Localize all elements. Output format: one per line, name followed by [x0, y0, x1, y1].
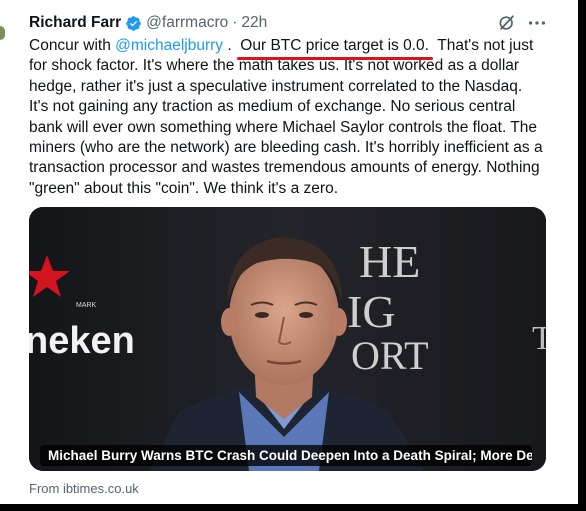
mention-link[interactable]: @michaeljburry: [115, 37, 223, 54]
tweet-text-fragment: .: [223, 37, 241, 54]
tweet-line-1: Concur with @michaeljburry . Our BTC pri…: [29, 36, 574, 61]
grok-icon[interactable]: [497, 13, 517, 33]
tweet-line-8: "green" about this "coin". We think it's…: [29, 179, 339, 197]
link-card-image[interactable]: MARK neken HE IG ORT T Michael Burry War…: [29, 207, 546, 471]
more-options-icon[interactable]: [526, 12, 548, 34]
author-name[interactable]: Richard Farr: [29, 14, 121, 32]
backdrop-logo-small: MARK: [76, 302, 97, 309]
tweet-line-5: bank will ever own something where Micha…: [29, 118, 538, 136]
backdrop-poster-text-3: ORT: [351, 333, 429, 378]
tweet-text: Concur with @michaeljburry . Our BTC pri…: [29, 36, 574, 199]
backdrop-poster-text-2: IG: [347, 286, 396, 337]
tweet-line-6: miners (who are the network) are bleedin…: [29, 138, 543, 156]
link-source[interactable]: From ibtimes.co.uk: [29, 481, 139, 496]
tweet-header: Richard Farr @farrmacro · 22h: [29, 12, 267, 34]
highlighted-text: Our BTC price target is 0.0.: [237, 36, 433, 61]
article-photo: MARK neken HE IG ORT T: [29, 207, 546, 471]
window-frame-right: [578, 0, 586, 511]
tweet-text-fragment: Concur with: [29, 37, 116, 54]
backdrop-logo-text: neken: [29, 320, 135, 362]
tweet-line-4: It's not gaining any traction as medium …: [29, 98, 516, 116]
tweet-line-3: hedge, rather it's just a speculative in…: [29, 77, 523, 95]
verified-badge-icon[interactable]: [125, 15, 142, 32]
avatar[interactable]: [0, 26, 5, 40]
backdrop-poster-text-1: HE: [359, 236, 420, 287]
separator-dot: ·: [232, 14, 238, 31]
author-handle[interactable]: @farrmacro: [146, 14, 228, 32]
backdrop-poster-text-4: T: [532, 320, 546, 357]
window-frame-bottom: [0, 504, 586, 511]
timestamp[interactable]: 22h: [241, 14, 267, 32]
article-headline[interactable]: Michael Burry Warns BTC Crash Could Deep…: [40, 445, 532, 466]
tweet-line-7: transaction processor and wastes tremend…: [29, 159, 540, 177]
tweet-text-fragment: That's not just: [428, 37, 534, 54]
